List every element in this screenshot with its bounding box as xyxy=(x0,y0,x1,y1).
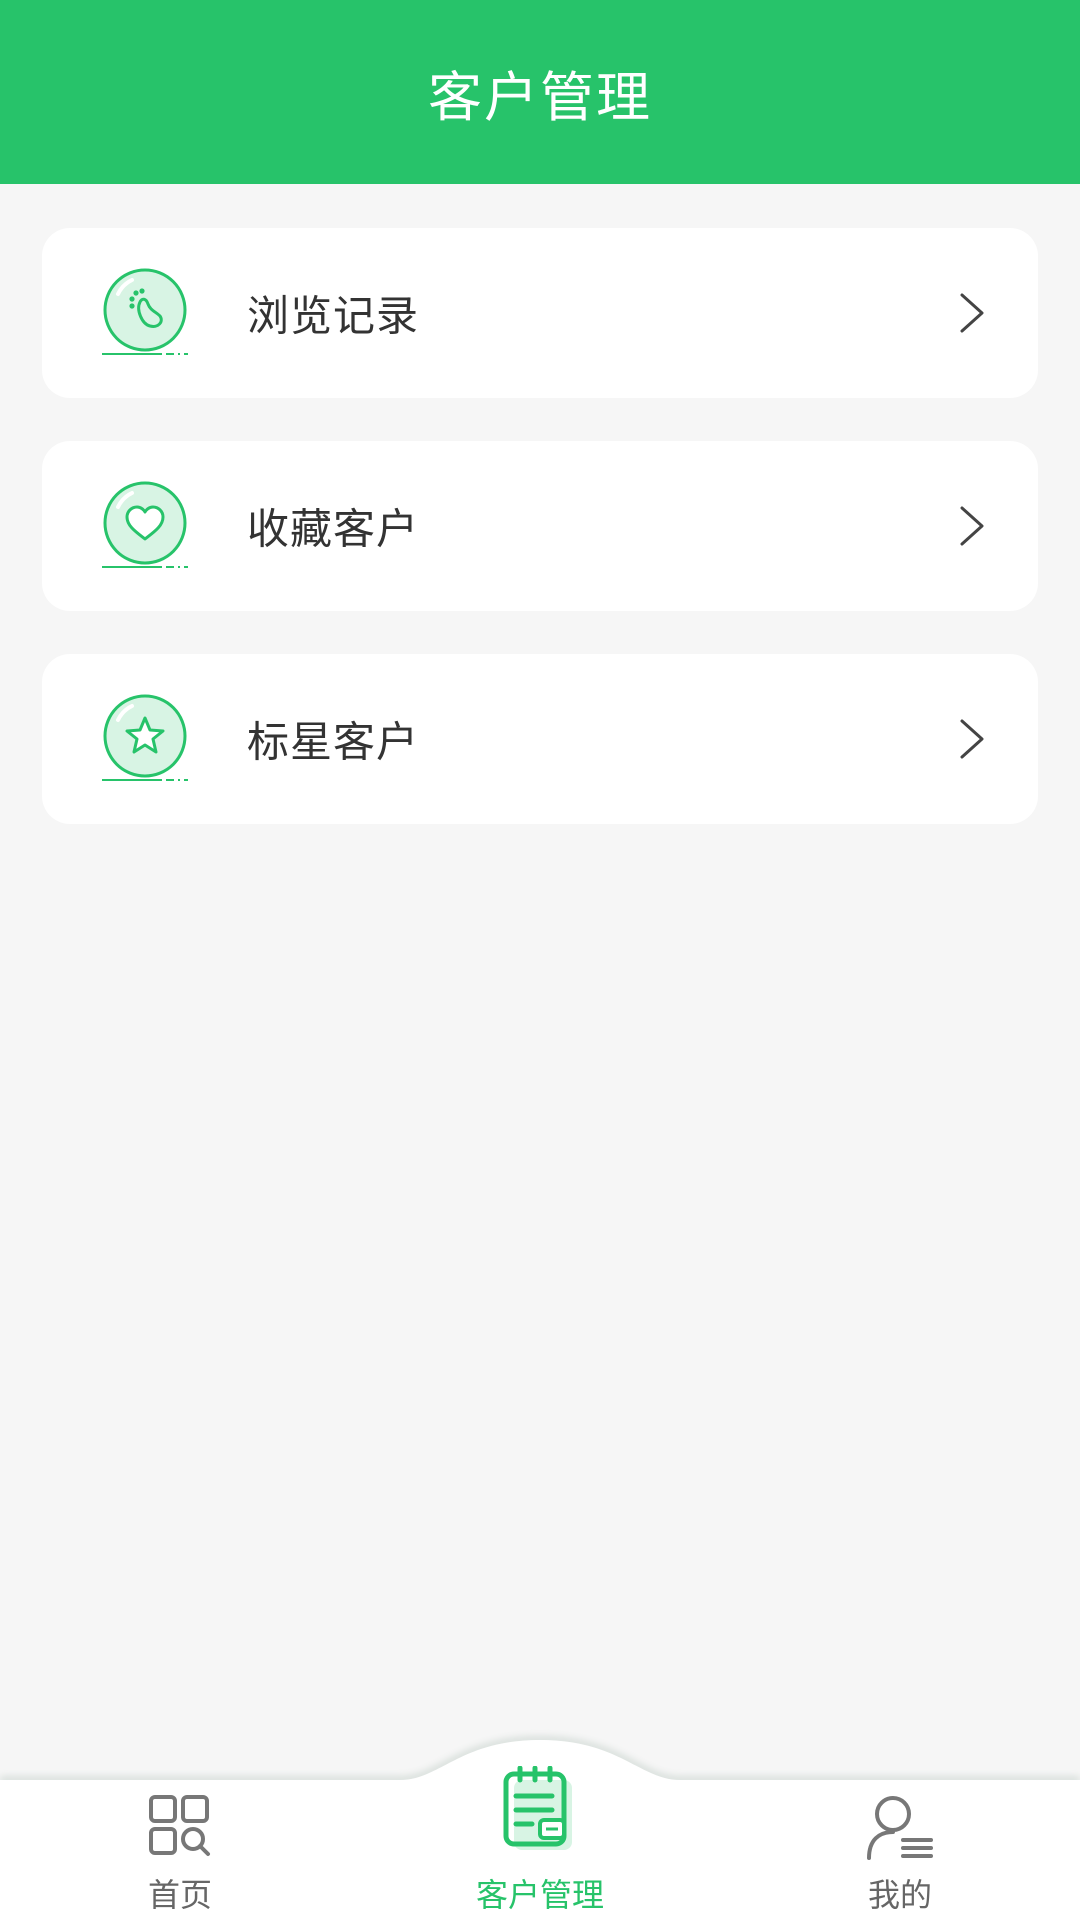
user-list-icon xyxy=(867,1796,933,1860)
chevron-right-icon xyxy=(960,719,984,759)
footprint-icon xyxy=(102,268,188,355)
menu-item-browsing-history[interactable]: 浏览记录 xyxy=(42,228,1038,398)
menu-item-label: 标星客户 xyxy=(247,717,420,767)
nav-item-mine[interactable]: 我的 xyxy=(780,1700,1020,1920)
page-title: 客户管理 xyxy=(428,65,652,129)
bottom-nav-bar: 首页 客户管理 我的 xyxy=(0,1700,1080,1920)
notebook-icon xyxy=(503,1766,572,1850)
chevron-right-icon xyxy=(960,506,984,546)
nav-item-customer-management[interactable]: 客户管理 xyxy=(420,1700,660,1920)
menu-item-favorite-customers[interactable]: 收藏客户 xyxy=(42,441,1038,611)
menu-list: 浏览记录 收藏客户 标星客户 xyxy=(42,228,1038,867)
nav-item-home[interactable]: 首页 xyxy=(60,1700,300,1920)
top-app-bar: 客户管理 xyxy=(0,0,1080,184)
menu-item-label: 浏览记录 xyxy=(247,291,420,341)
menu-item-label: 收藏客户 xyxy=(247,504,420,554)
nav-label: 我的 xyxy=(867,1876,932,1914)
nav-label: 首页 xyxy=(147,1876,212,1914)
heart-icon xyxy=(102,481,188,568)
star-icon xyxy=(102,694,188,781)
menu-item-starred-customers[interactable]: 标星客户 xyxy=(42,654,1038,824)
chevron-right-icon xyxy=(960,293,984,333)
nav-label: 客户管理 xyxy=(475,1876,604,1914)
grid-search-icon xyxy=(149,1795,210,1856)
